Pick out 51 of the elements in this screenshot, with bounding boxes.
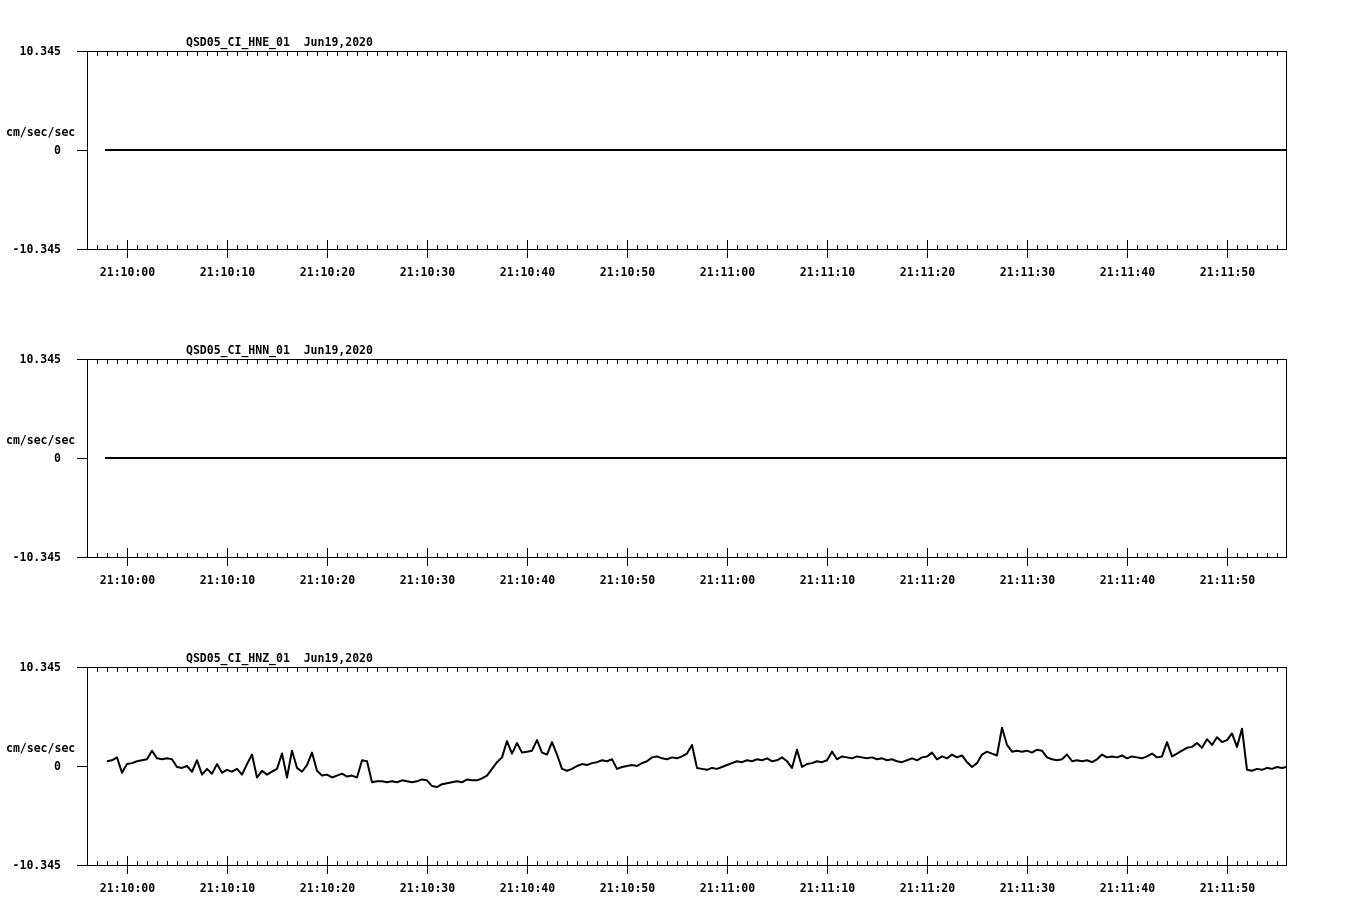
x-tick-label: 21:10:00 <box>99 265 156 279</box>
y-tick-label: 0 <box>54 143 61 157</box>
y-tick-label: -10.345 <box>12 858 61 872</box>
x-tick-label: 21:11:20 <box>899 573 956 587</box>
x-tick-label: 21:10:10 <box>199 573 256 587</box>
y-tick-label: -10.345 <box>12 550 61 564</box>
x-tick-label: 21:11:10 <box>799 573 856 587</box>
chart-title: QSD05_CI_HNE_01 Jun19,2020 <box>186 35 373 49</box>
x-tick-label: 21:11:00 <box>699 573 756 587</box>
y-tick-label: 0 <box>54 451 61 465</box>
x-tick-label: 21:10:30 <box>399 881 456 895</box>
x-tick-label: 21:10:00 <box>99 881 156 895</box>
x-tick-label: 21:11:20 <box>899 265 956 279</box>
y-tick-label: 10.345 <box>19 352 61 366</box>
x-tick-label: 21:11:40 <box>1099 573 1156 587</box>
x-tick-label: 21:10:50 <box>599 881 656 895</box>
y-tick-label: 10.345 <box>19 660 61 674</box>
y-tick-label: -10.345 <box>12 242 61 256</box>
y-tick-label: 0 <box>54 759 61 773</box>
chart-title: QSD05_CI_HNN_01 Jun19,2020 <box>186 343 373 357</box>
x-tick-label: 21:10:00 <box>99 573 156 587</box>
y-axis-label: cm/sec/sec <box>6 125 76 139</box>
x-tick-label: 21:10:40 <box>499 881 556 895</box>
x-tick-label: 21:11:50 <box>1199 881 1256 895</box>
y-tick-label: 10.345 <box>19 44 61 58</box>
x-tick-label: 21:10:20 <box>299 573 356 587</box>
chart-title: QSD05_CI_HNZ_01 Jun19,2020 <box>186 651 373 665</box>
x-tick-label: 21:10:50 <box>599 265 656 279</box>
y-axis-label: cm/sec/sec <box>6 433 76 447</box>
x-tick-label: 21:11:10 <box>799 881 856 895</box>
x-tick-label: 21:11:50 <box>1199 265 1256 279</box>
x-tick-label: 21:11:40 <box>1099 881 1156 895</box>
x-tick-label: 21:10:10 <box>199 881 256 895</box>
x-tick-label: 21:11:50 <box>1199 573 1256 587</box>
x-tick-label: 21:11:00 <box>699 265 756 279</box>
x-tick-label: 21:10:30 <box>399 573 456 587</box>
x-tick-label: 21:10:40 <box>499 573 556 587</box>
x-tick-label: 21:10:20 <box>299 881 356 895</box>
x-tick-label: 21:10:10 <box>199 265 256 279</box>
x-tick-label: 21:11:10 <box>799 265 856 279</box>
x-tick-label: 21:10:50 <box>599 573 656 587</box>
x-tick-label: 21:11:00 <box>699 881 756 895</box>
x-tick-label: 21:10:20 <box>299 265 356 279</box>
x-tick-label: 21:11:30 <box>999 881 1056 895</box>
x-tick-label: 21:11:30 <box>999 573 1056 587</box>
x-tick-label: 21:10:30 <box>399 265 456 279</box>
y-axis-label: cm/sec/sec <box>6 741 76 755</box>
x-tick-label: 21:10:40 <box>499 265 556 279</box>
x-tick-label: 21:11:40 <box>1099 265 1156 279</box>
x-tick-label: 21:11:20 <box>899 881 956 895</box>
x-tick-label: 21:11:30 <box>999 265 1056 279</box>
